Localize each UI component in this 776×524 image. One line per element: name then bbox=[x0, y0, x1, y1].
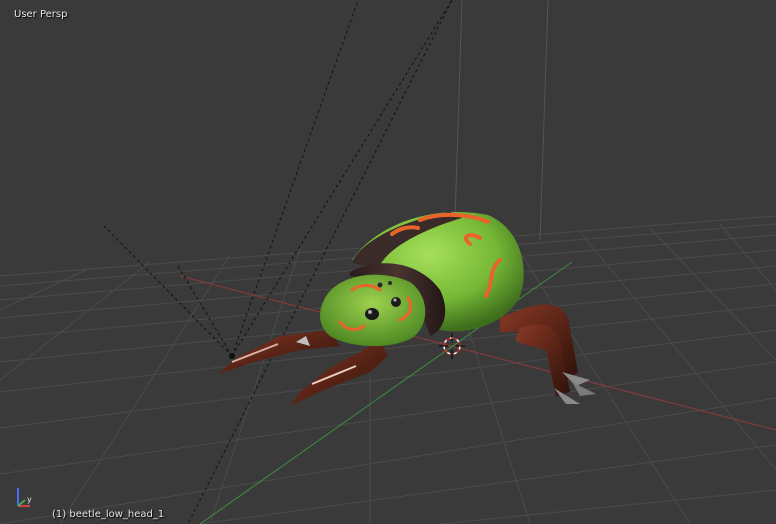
object-guide-line-2 bbox=[539, 0, 549, 241]
axis-y-label: y bbox=[27, 495, 32, 504]
viewport-scene[interactable] bbox=[0, 0, 776, 524]
3d-viewport[interactable]: User Persp y (1) beetle_low_head_1 bbox=[0, 0, 776, 524]
beetle-eye-left bbox=[365, 308, 379, 320]
view-label: User Persp bbox=[14, 9, 68, 20]
object-guide-line bbox=[454, 0, 463, 221]
beetle-eye-right bbox=[391, 297, 401, 307]
active-object-label: (1) beetle_low_head_1 bbox=[52, 509, 165, 520]
lamp-point[interactable] bbox=[229, 353, 235, 359]
axis-gizmo: y bbox=[17, 488, 32, 507]
